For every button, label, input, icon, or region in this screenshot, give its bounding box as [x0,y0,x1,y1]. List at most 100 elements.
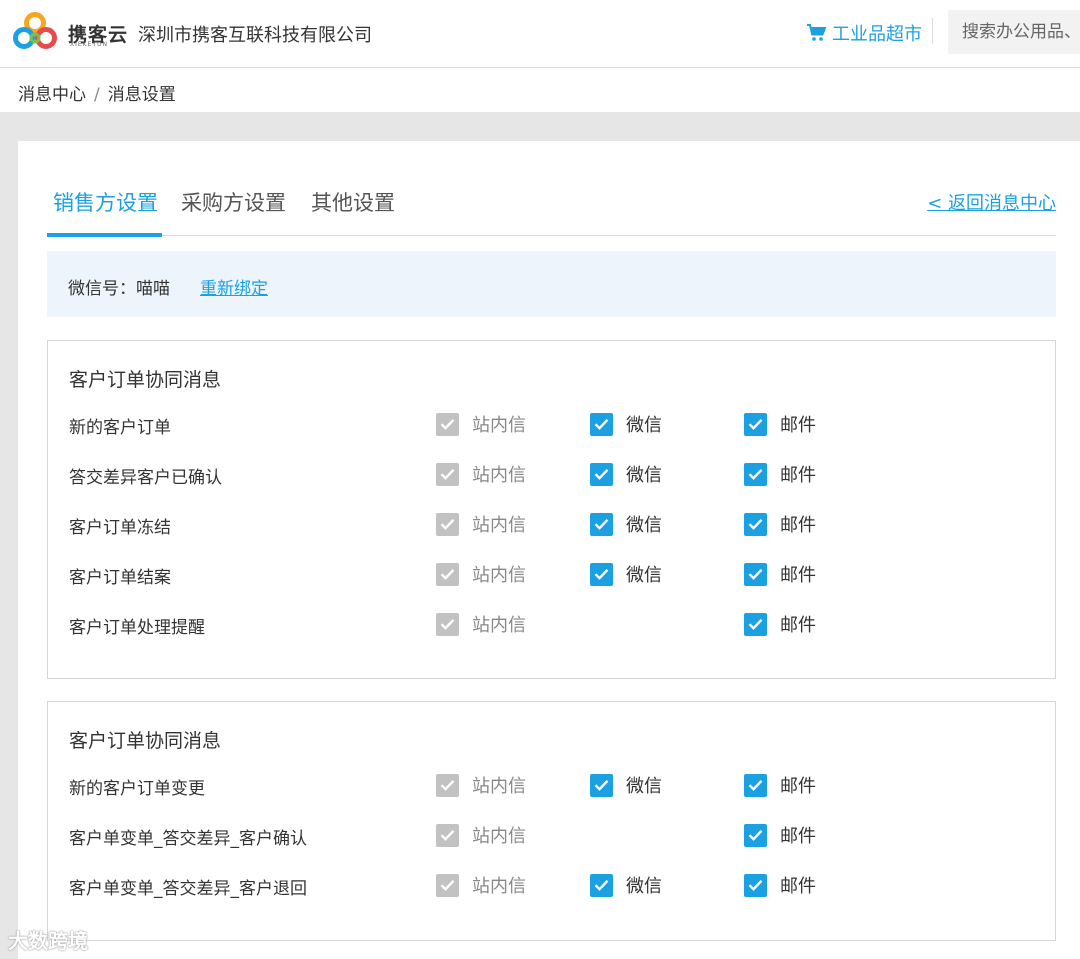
wechat-binding-bar [47,251,1056,317]
option-wechat[interactable]: 微信 [590,411,662,437]
setting-row-label: 客户单变单_答交差异_客户退回 [69,879,307,899]
setting-row: 新的客户订单变更 站内信 微信 邮件 [48,772,1055,812]
option-site[interactable]: 站内信 [436,461,526,487]
checkbox-checked-icon[interactable] [744,873,767,897]
option-label: 站内信 [472,615,526,636]
section-customer-order-2: 客户订单协同消息 新的客户订单变更 站内信 微信 邮件 客户单变单_答交差异_客户确认站… [47,701,1056,941]
option-label: 邮件 [780,565,816,586]
option-email[interactable]: 邮件 [744,411,816,437]
breadcrumb-message-center[interactable]: 消息中心 [18,85,86,105]
checkbox-checked-icon[interactable] [744,612,767,636]
tab-buyer-settings[interactable]: 采购方设置 [181,187,286,217]
watermark: 大数跨境 [8,925,88,954]
watermark-text: 大数跨境 [8,929,88,953]
checkbox-checked-icon[interactable] [436,873,459,897]
xiekeyun-logo-icon[interactable] [13,12,57,50]
setting-row-label: 新的客户订单 [69,418,171,438]
checkbox-checked-icon[interactable] [744,512,767,536]
option-site[interactable]: 站内信 [436,872,526,898]
option-wechat[interactable]: 微信 [590,511,662,537]
setting-row: 客户订单冻结 站内信 微信 邮件 [48,511,1055,551]
option-label: 微信 [626,876,662,897]
company-name: 深圳市携客互联科技有限公司 [138,25,372,46]
option-label: 站内信 [472,465,526,486]
active-tab-indicator [47,233,162,237]
checkbox-checked-icon[interactable] [744,773,767,797]
checkbox-checked-icon[interactable] [436,462,459,486]
option-email[interactable]: 邮件 [744,872,816,898]
setting-row-label: 新的客户订单变更 [69,779,205,799]
option-label: 邮件 [780,415,816,436]
option-site[interactable]: 站内信 [436,822,526,848]
option-label: 站内信 [472,565,526,586]
checkbox-checked-icon[interactable] [744,462,767,486]
checkbox-checked-icon[interactable] [744,823,767,847]
checkbox-checked-icon[interactable] [436,412,459,436]
setting-row: 答交差异客户已确认 站内信 微信 邮件 [48,461,1055,501]
checkbox-checked-icon[interactable] [590,512,613,536]
option-label: 邮件 [780,776,816,797]
option-site[interactable]: 站内信 [436,561,526,587]
option-site[interactable]: 站内信 [436,772,526,798]
option-label: 微信 [626,565,662,586]
option-label: 邮件 [780,826,816,847]
checkbox-checked-icon[interactable] [590,562,613,586]
industrial-mall-label: 工业品超市 [832,24,922,45]
option-site[interactable]: 站内信 [436,411,526,437]
option-email[interactable]: 邮件 [744,611,816,637]
checkbox-checked-icon[interactable] [744,562,767,586]
search-input[interactable]: 搜索办公用品、 [948,10,1080,54]
section-title: 客户订单协同消息 [69,730,222,752]
breadcrumb-separator: / [94,85,100,105]
checkbox-checked-icon[interactable] [744,412,767,436]
setting-row: 客户单变单_答交差异_客户确认 站内信 邮件 [48,822,1055,862]
option-site[interactable]: 站内信 [436,611,526,637]
setting-row-label: 答交差异客户已确认 [69,468,222,488]
checkbox-checked-icon[interactable] [436,773,459,797]
industrial-mall-link[interactable]: 工业品超市 [806,20,922,46]
section-customer-order-1: 客户订单协同消息 新的客户订单 站内信 微信 邮件 答交差异客户已确认 站内信 微信 邮件 客户… [47,340,1056,679]
tab-seller-settings[interactable]: 销售方设置 [53,187,158,217]
option-email[interactable]: 邮件 [744,822,816,848]
option-label: 邮件 [780,615,816,636]
setting-row-label: 客户单变单_答交差异_客户确认 [69,829,307,849]
setting-row-label: 客户订单结案 [69,568,171,588]
option-label: 邮件 [780,465,816,486]
setting-row: 新的客户订单 站内信 微信 邮件 [48,411,1055,451]
option-wechat[interactable]: 微信 [590,461,662,487]
option-label: 邮件 [780,515,816,536]
option-label: 微信 [626,465,662,486]
option-email[interactable]: 邮件 [744,772,816,798]
breadcrumb-current: 消息设置 [107,85,176,105]
logo-subtext: XIEKEYUN [70,41,108,48]
option-label: 站内信 [472,876,526,897]
option-wechat[interactable]: 微信 [590,872,662,898]
setting-row: 客户订单处理提醒 站内信 邮件 [48,611,1055,651]
option-label: 站内信 [472,826,526,847]
rebind-link[interactable]: 重新绑定 [200,274,268,299]
option-email[interactable]: 邮件 [744,561,816,587]
setting-row-label: 客户订单处理提醒 [69,618,205,638]
checkbox-checked-icon[interactable] [436,562,459,586]
breadcrumb: 消息中心 / 消息设置 [18,80,176,105]
checkbox-checked-icon[interactable] [436,512,459,536]
option-email[interactable]: 邮件 [744,461,816,487]
option-label: 微信 [626,515,662,536]
tab-other-settings[interactable]: 其他设置 [311,187,395,217]
section-title: 客户订单协同消息 [69,369,222,391]
checkbox-checked-icon[interactable] [590,412,613,436]
option-site[interactable]: 站内信 [436,511,526,537]
option-label: 微信 [626,415,662,436]
option-label: 微信 [626,776,662,797]
option-email[interactable]: 邮件 [744,511,816,537]
option-label: 站内信 [472,415,526,436]
option-wechat[interactable]: 微信 [590,772,662,798]
back-to-message-center-link[interactable]: < 返回消息中心 [927,189,1056,215]
checkbox-checked-icon[interactable] [436,612,459,636]
checkbox-checked-icon[interactable] [590,873,613,897]
checkbox-checked-icon[interactable] [590,462,613,486]
checkbox-checked-icon[interactable] [590,773,613,797]
header-divider [932,18,933,44]
checkbox-checked-icon[interactable] [436,823,459,847]
option-wechat[interactable]: 微信 [590,561,662,587]
